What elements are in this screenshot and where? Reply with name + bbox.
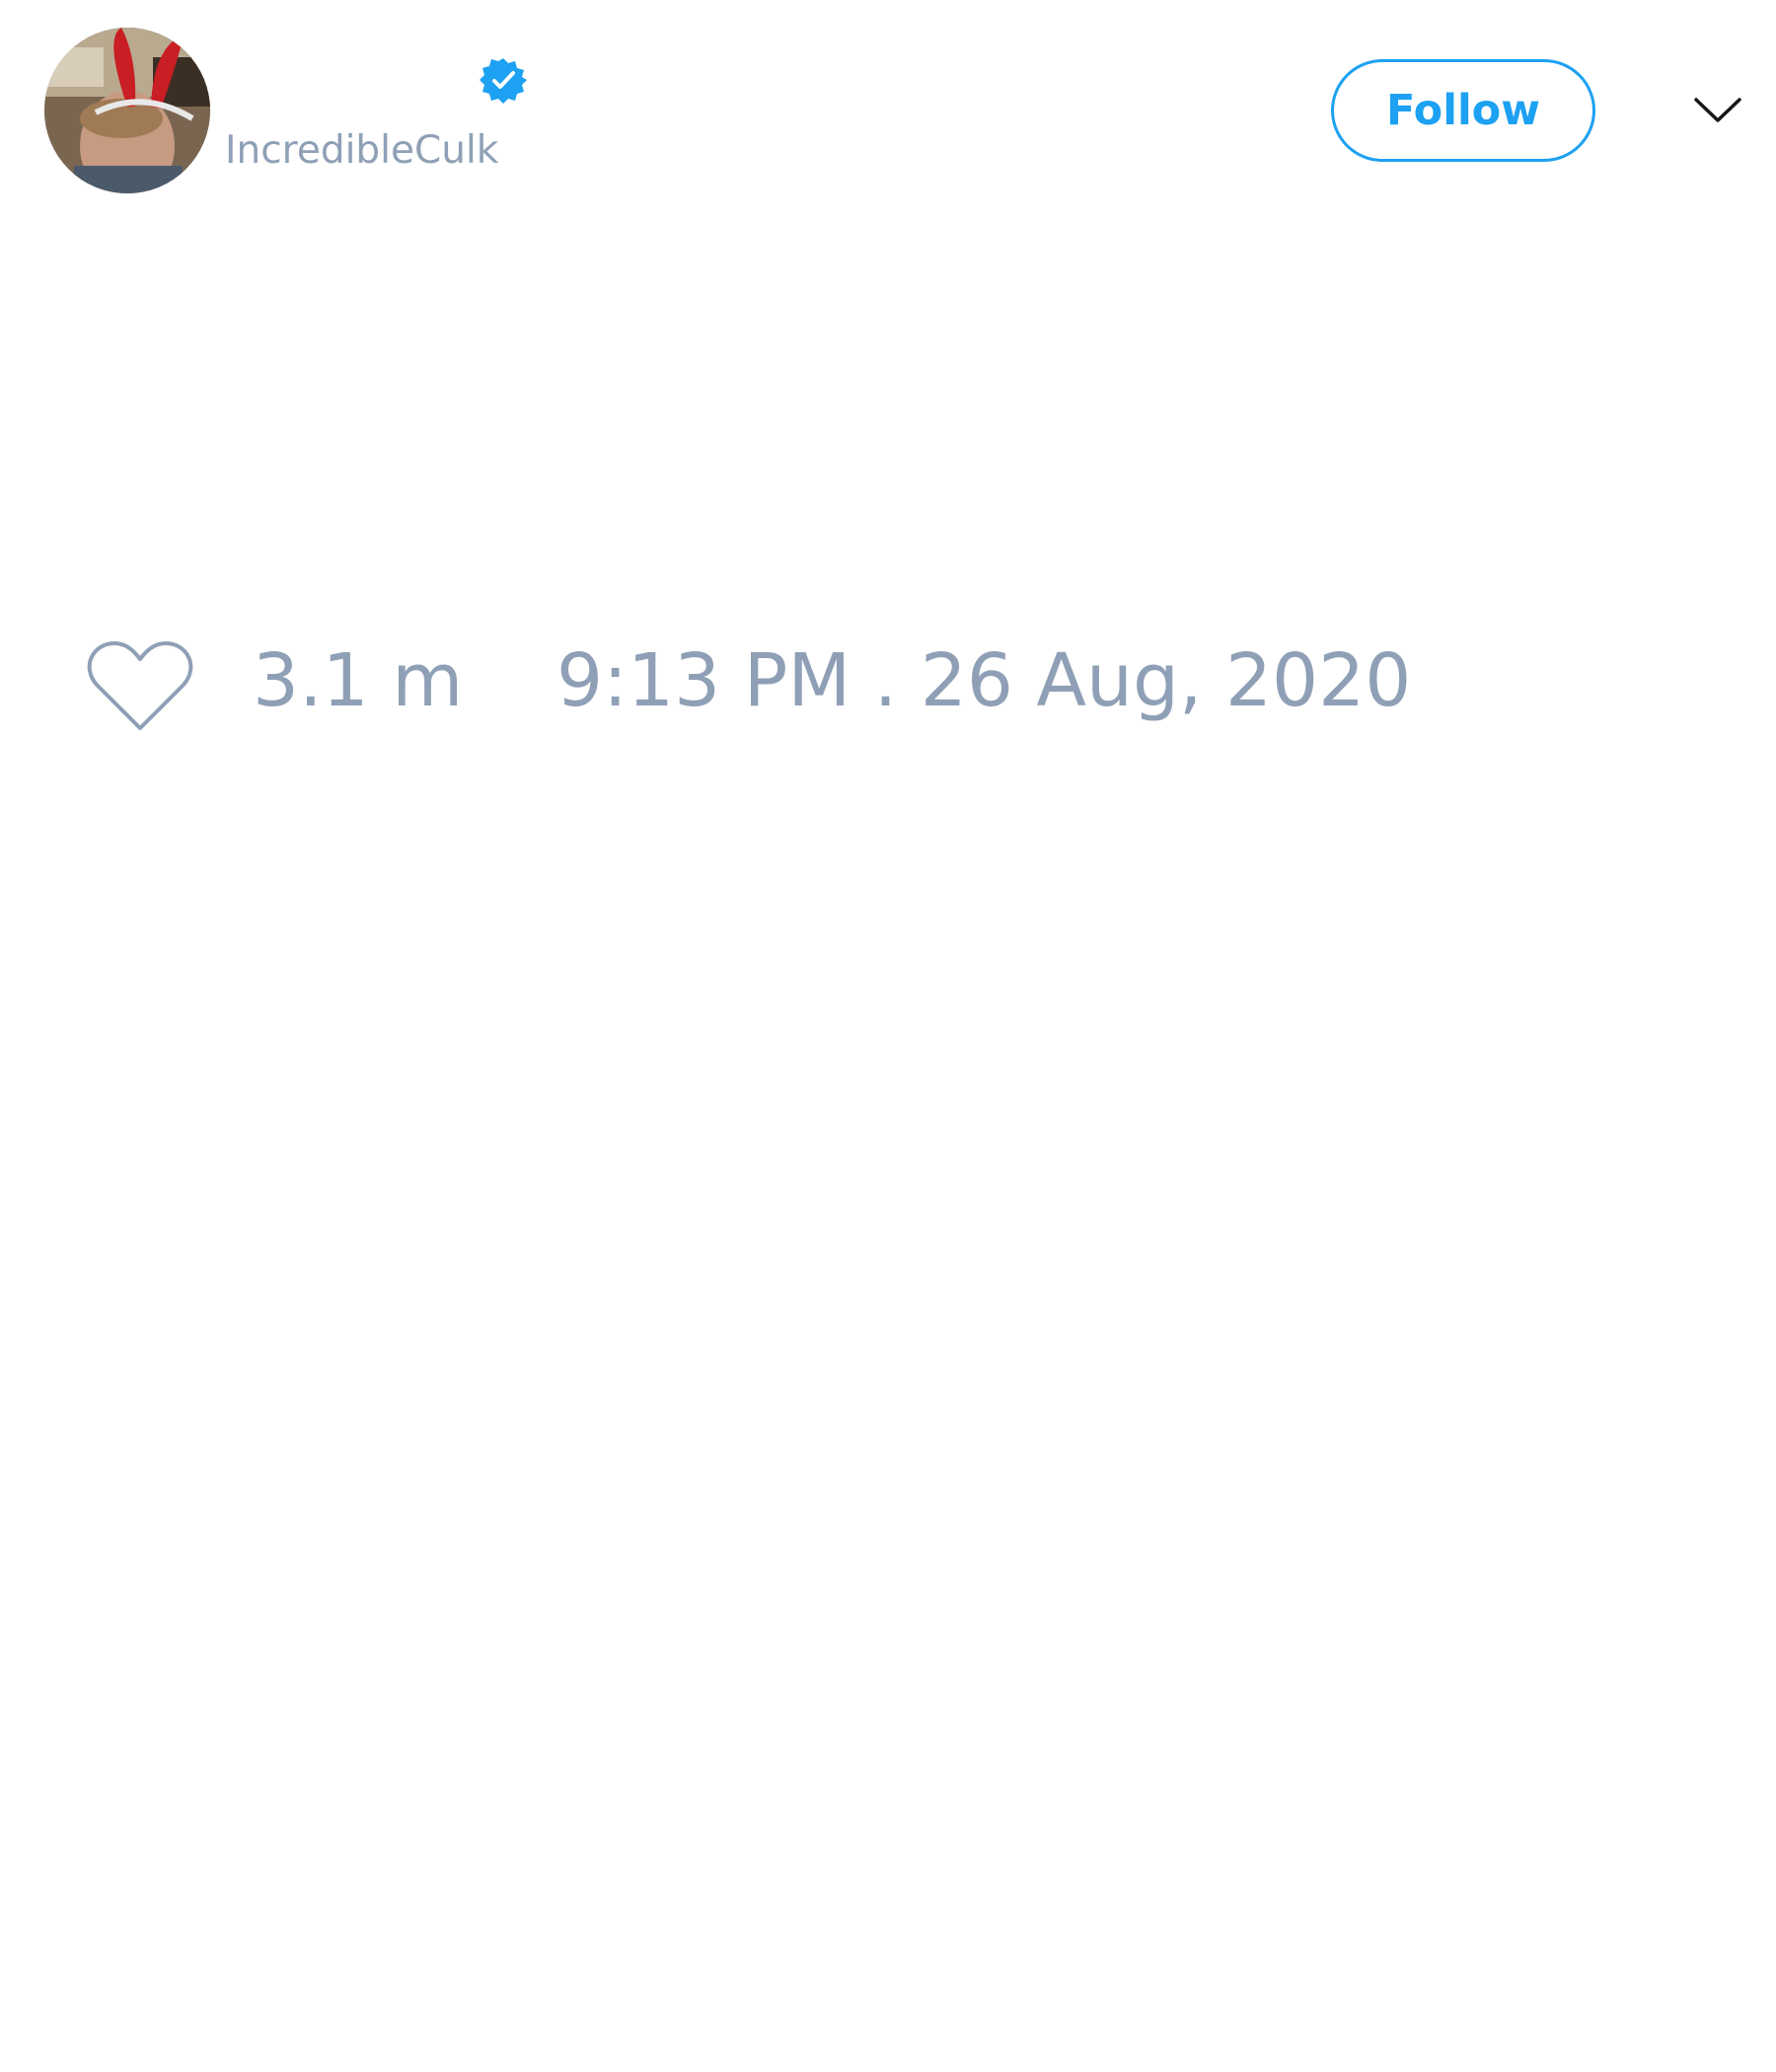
user-handle[interactable]: IncredibleCulk — [225, 126, 498, 176]
avatar[interactable] — [44, 28, 210, 193]
like-count: 3.1 m — [253, 638, 464, 723]
heart-icon[interactable] — [87, 639, 193, 734]
tweet-card: IncredibleCulk Follow 3.1 m 9:13 PM . 26… — [0, 0, 1776, 2072]
tweet-action-row: 3.1 m 9:13 PM . 26 Aug, 2020 — [87, 631, 1665, 730]
verified-badge-icon — [480, 56, 527, 104]
tweet-text — [44, 217, 1741, 612]
chevron-down-icon[interactable] — [1693, 90, 1742, 129]
follow-button[interactable]: Follow — [1331, 59, 1595, 162]
tweet-timestamp[interactable]: 9:13 PM . 26 Aug, 2020 — [556, 631, 1411, 730]
avatar-photo — [44, 28, 210, 193]
